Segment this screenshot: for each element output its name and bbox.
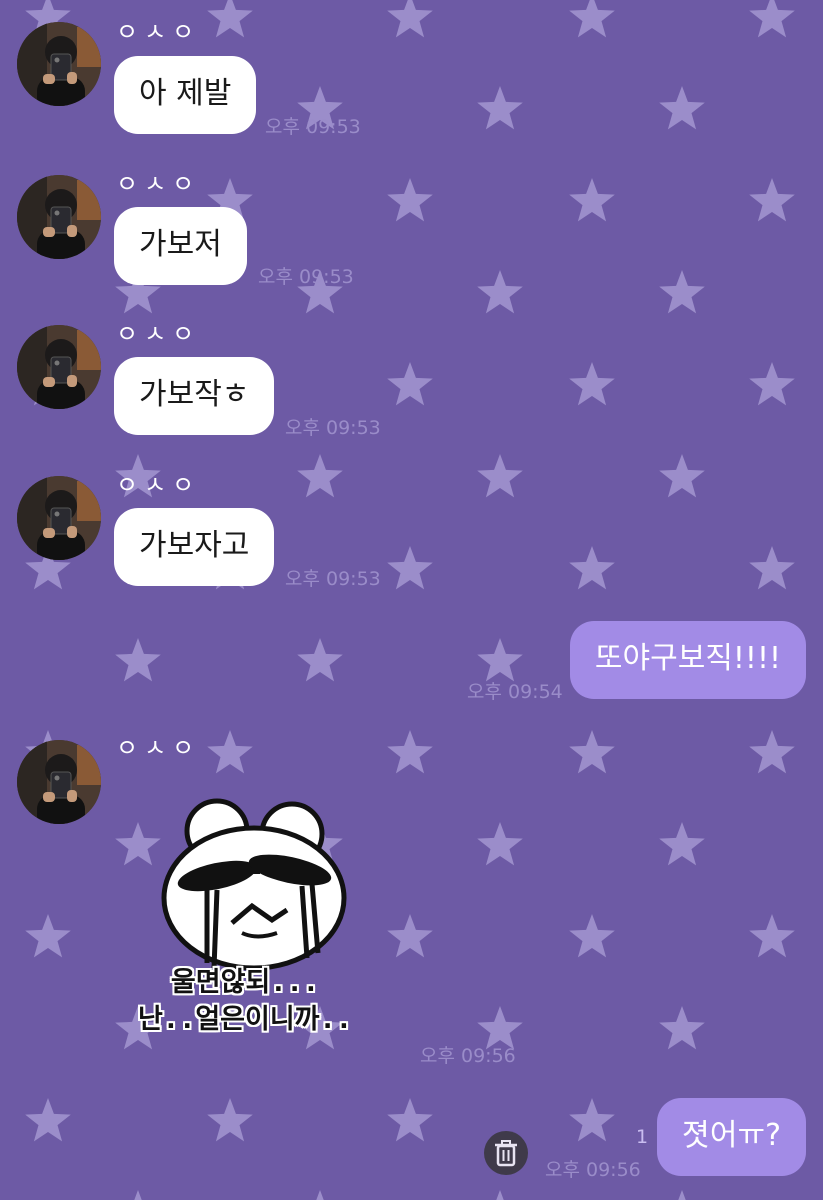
contact-avatar[interactable] [17, 476, 101, 560]
message-bubble[interactable]: 가보작ㅎ [114, 357, 275, 435]
my-message-bubble[interactable]: 또야구보직!!!! [569, 621, 806, 699]
message-time: 오후 09:53 [285, 568, 381, 590]
message-time: 오후 09:56 [545, 1159, 641, 1181]
message-time: 오후 09:53 [265, 116, 361, 138]
message-time: 오후 09:56 [420, 1045, 516, 1067]
message-bubble[interactable]: 가보자고 [114, 508, 275, 586]
sticker-caption: 난..얼은이니까.. [137, 1004, 353, 1035]
contact-avatar[interactable] [17, 22, 101, 106]
message-bubble[interactable]: 아 제발 [114, 56, 257, 134]
contact-name: ㅇㅅㅇ [116, 471, 201, 499]
message-bubble[interactable]: 가보저 [114, 207, 247, 285]
contact-name: ㅇㅅㅇ [116, 170, 201, 198]
sticker-caption: 울면않되... [170, 967, 320, 998]
chat-area[interactable]: ㅇㅅㅇ 아 제발 오후 09:53 ㅇㅅㅇ 가보저 오후 09:53 ㅇㅅㅇ 가… [0, 0, 823, 1200]
contact-avatar[interactable] [17, 175, 101, 259]
contact-name: ㅇㅅㅇ [116, 734, 201, 762]
message-time: 오후 09:54 [467, 681, 563, 703]
contact-avatar[interactable] [17, 325, 101, 409]
contact-name: ㅇㅅㅇ [116, 18, 201, 46]
contact-avatar[interactable] [17, 740, 101, 824]
trash-icon [495, 1140, 517, 1167]
message-time: 오후 09:53 [258, 266, 354, 288]
delete-button[interactable] [484, 1131, 528, 1175]
contact-name: ㅇㅅㅇ [116, 320, 201, 348]
unread-count: 1 [636, 1126, 649, 1148]
my-message-bubble[interactable]: 졋어ㅠ? [657, 1098, 806, 1176]
message-time: 오후 09:53 [285, 417, 381, 439]
